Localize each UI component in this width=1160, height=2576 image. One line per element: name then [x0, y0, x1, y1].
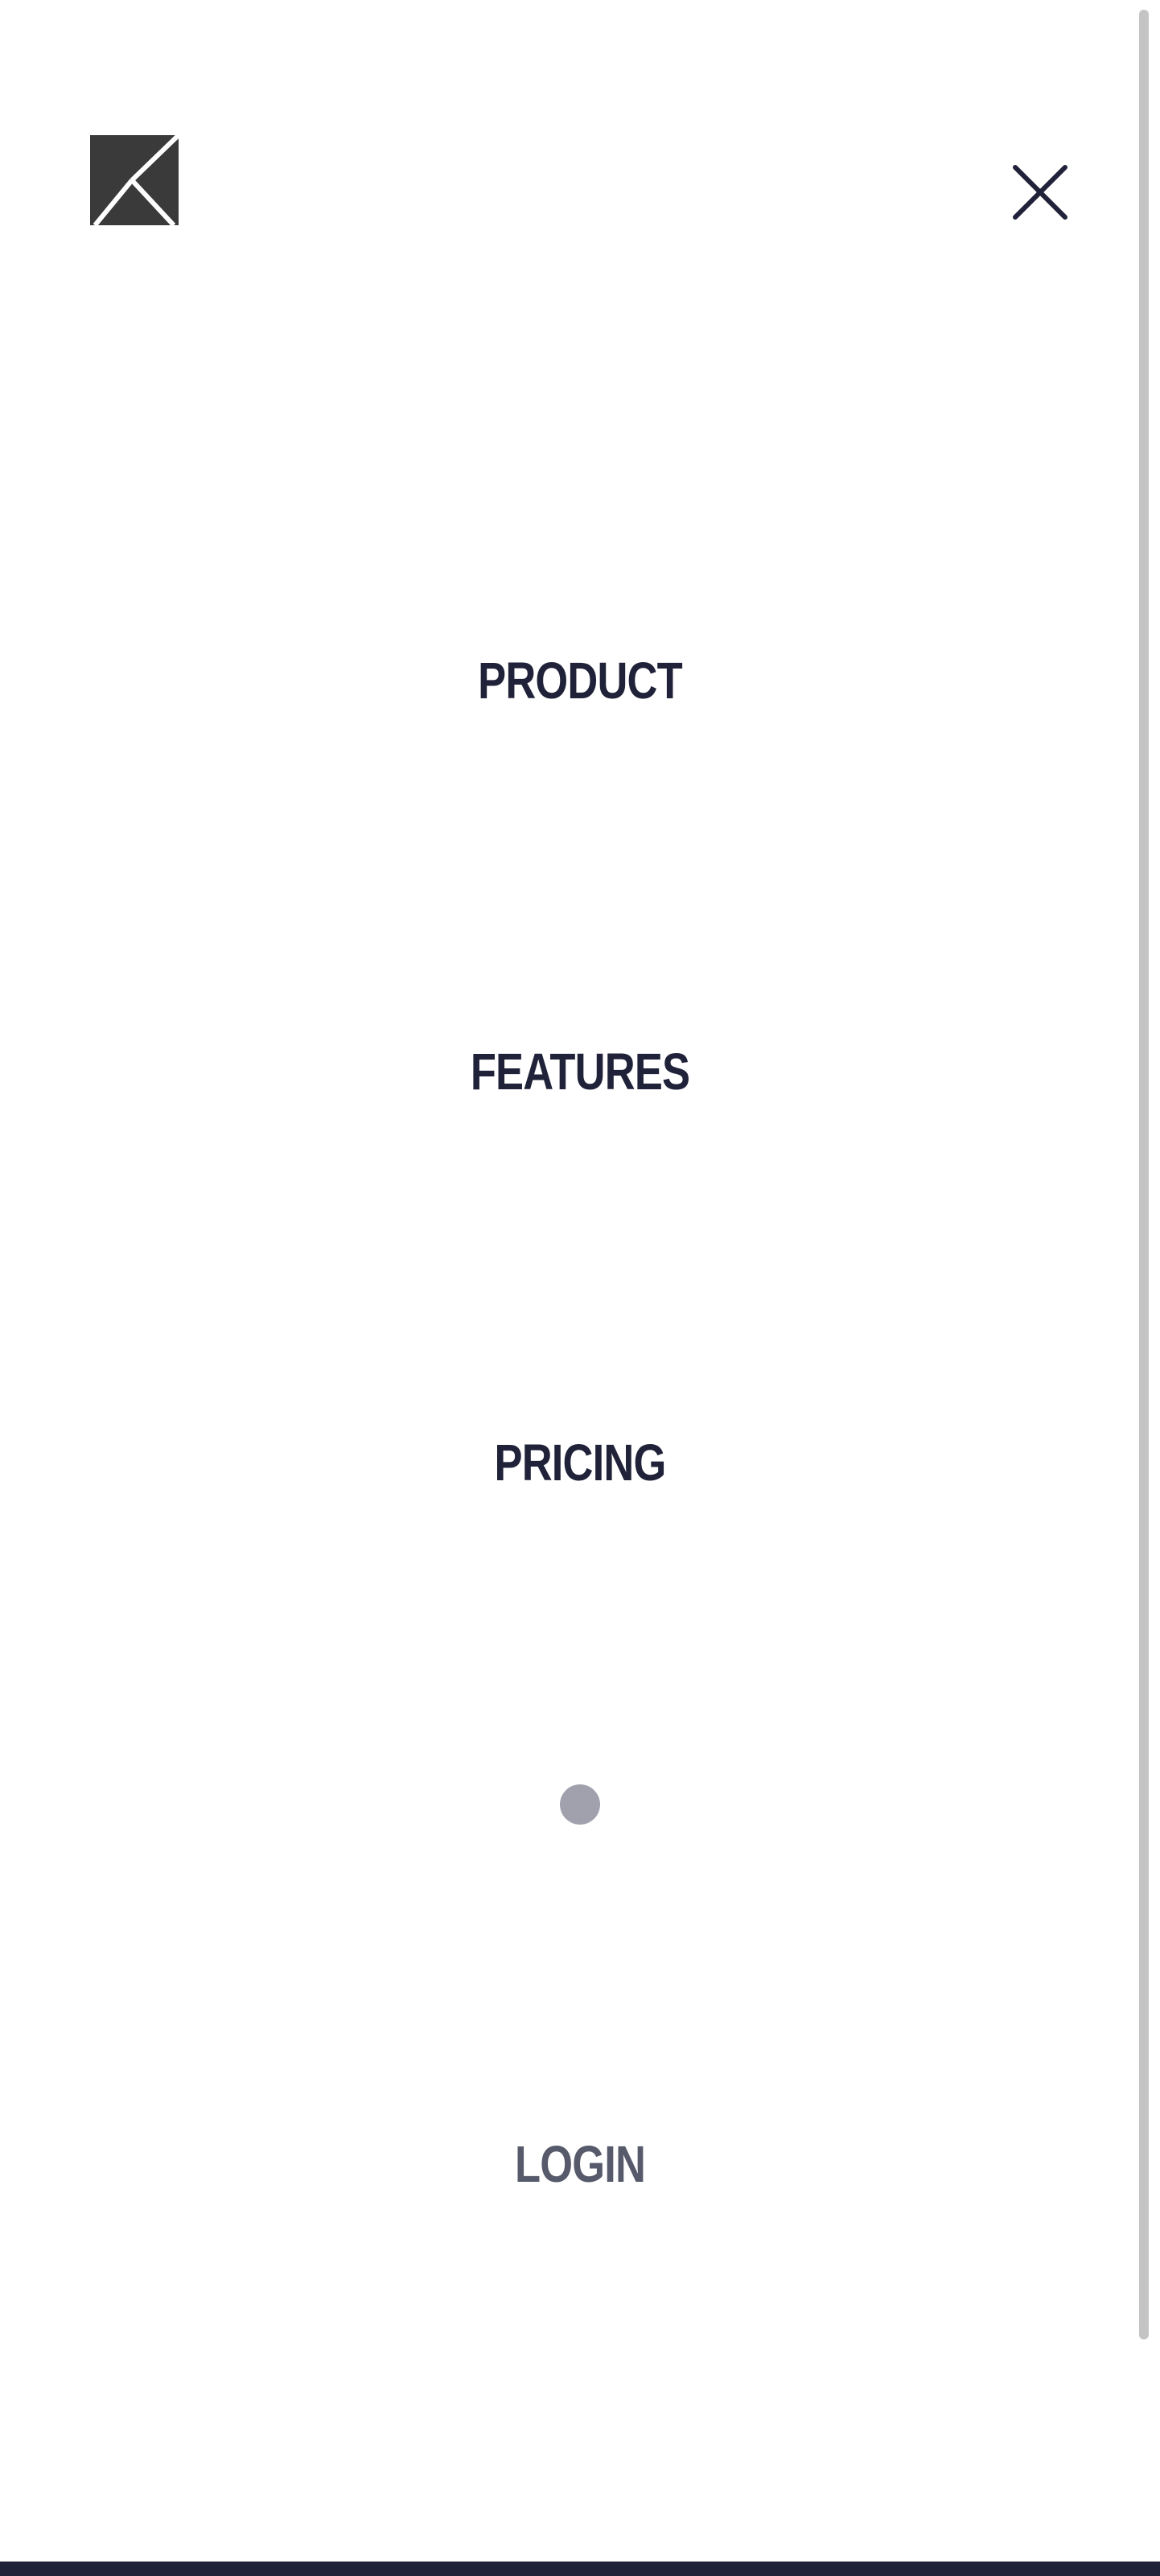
login-link[interactable]: LOGIN — [105, 2132, 1055, 2196]
nav-item-features[interactable]: FEATURES — [105, 1039, 1055, 1104]
close-menu-button[interactable] — [1009, 161, 1072, 224]
nav-item-product[interactable]: PRODUCT — [105, 648, 1055, 713]
brand-logo[interactable] — [90, 135, 179, 225]
vertical-scrollbar[interactable] — [1139, 10, 1149, 2339]
k-monogram-icon — [90, 135, 179, 225]
mobile-menu-overlay: PRODUCT FEATURES PRICING LOGIN — [0, 0, 1160, 2576]
separator-dot — [560, 1784, 600, 1825]
nav-item-pricing[interactable]: PRICING — [105, 1430, 1055, 1495]
bottom-bar — [0, 2562, 1160, 2576]
close-icon — [1013, 165, 1067, 220]
